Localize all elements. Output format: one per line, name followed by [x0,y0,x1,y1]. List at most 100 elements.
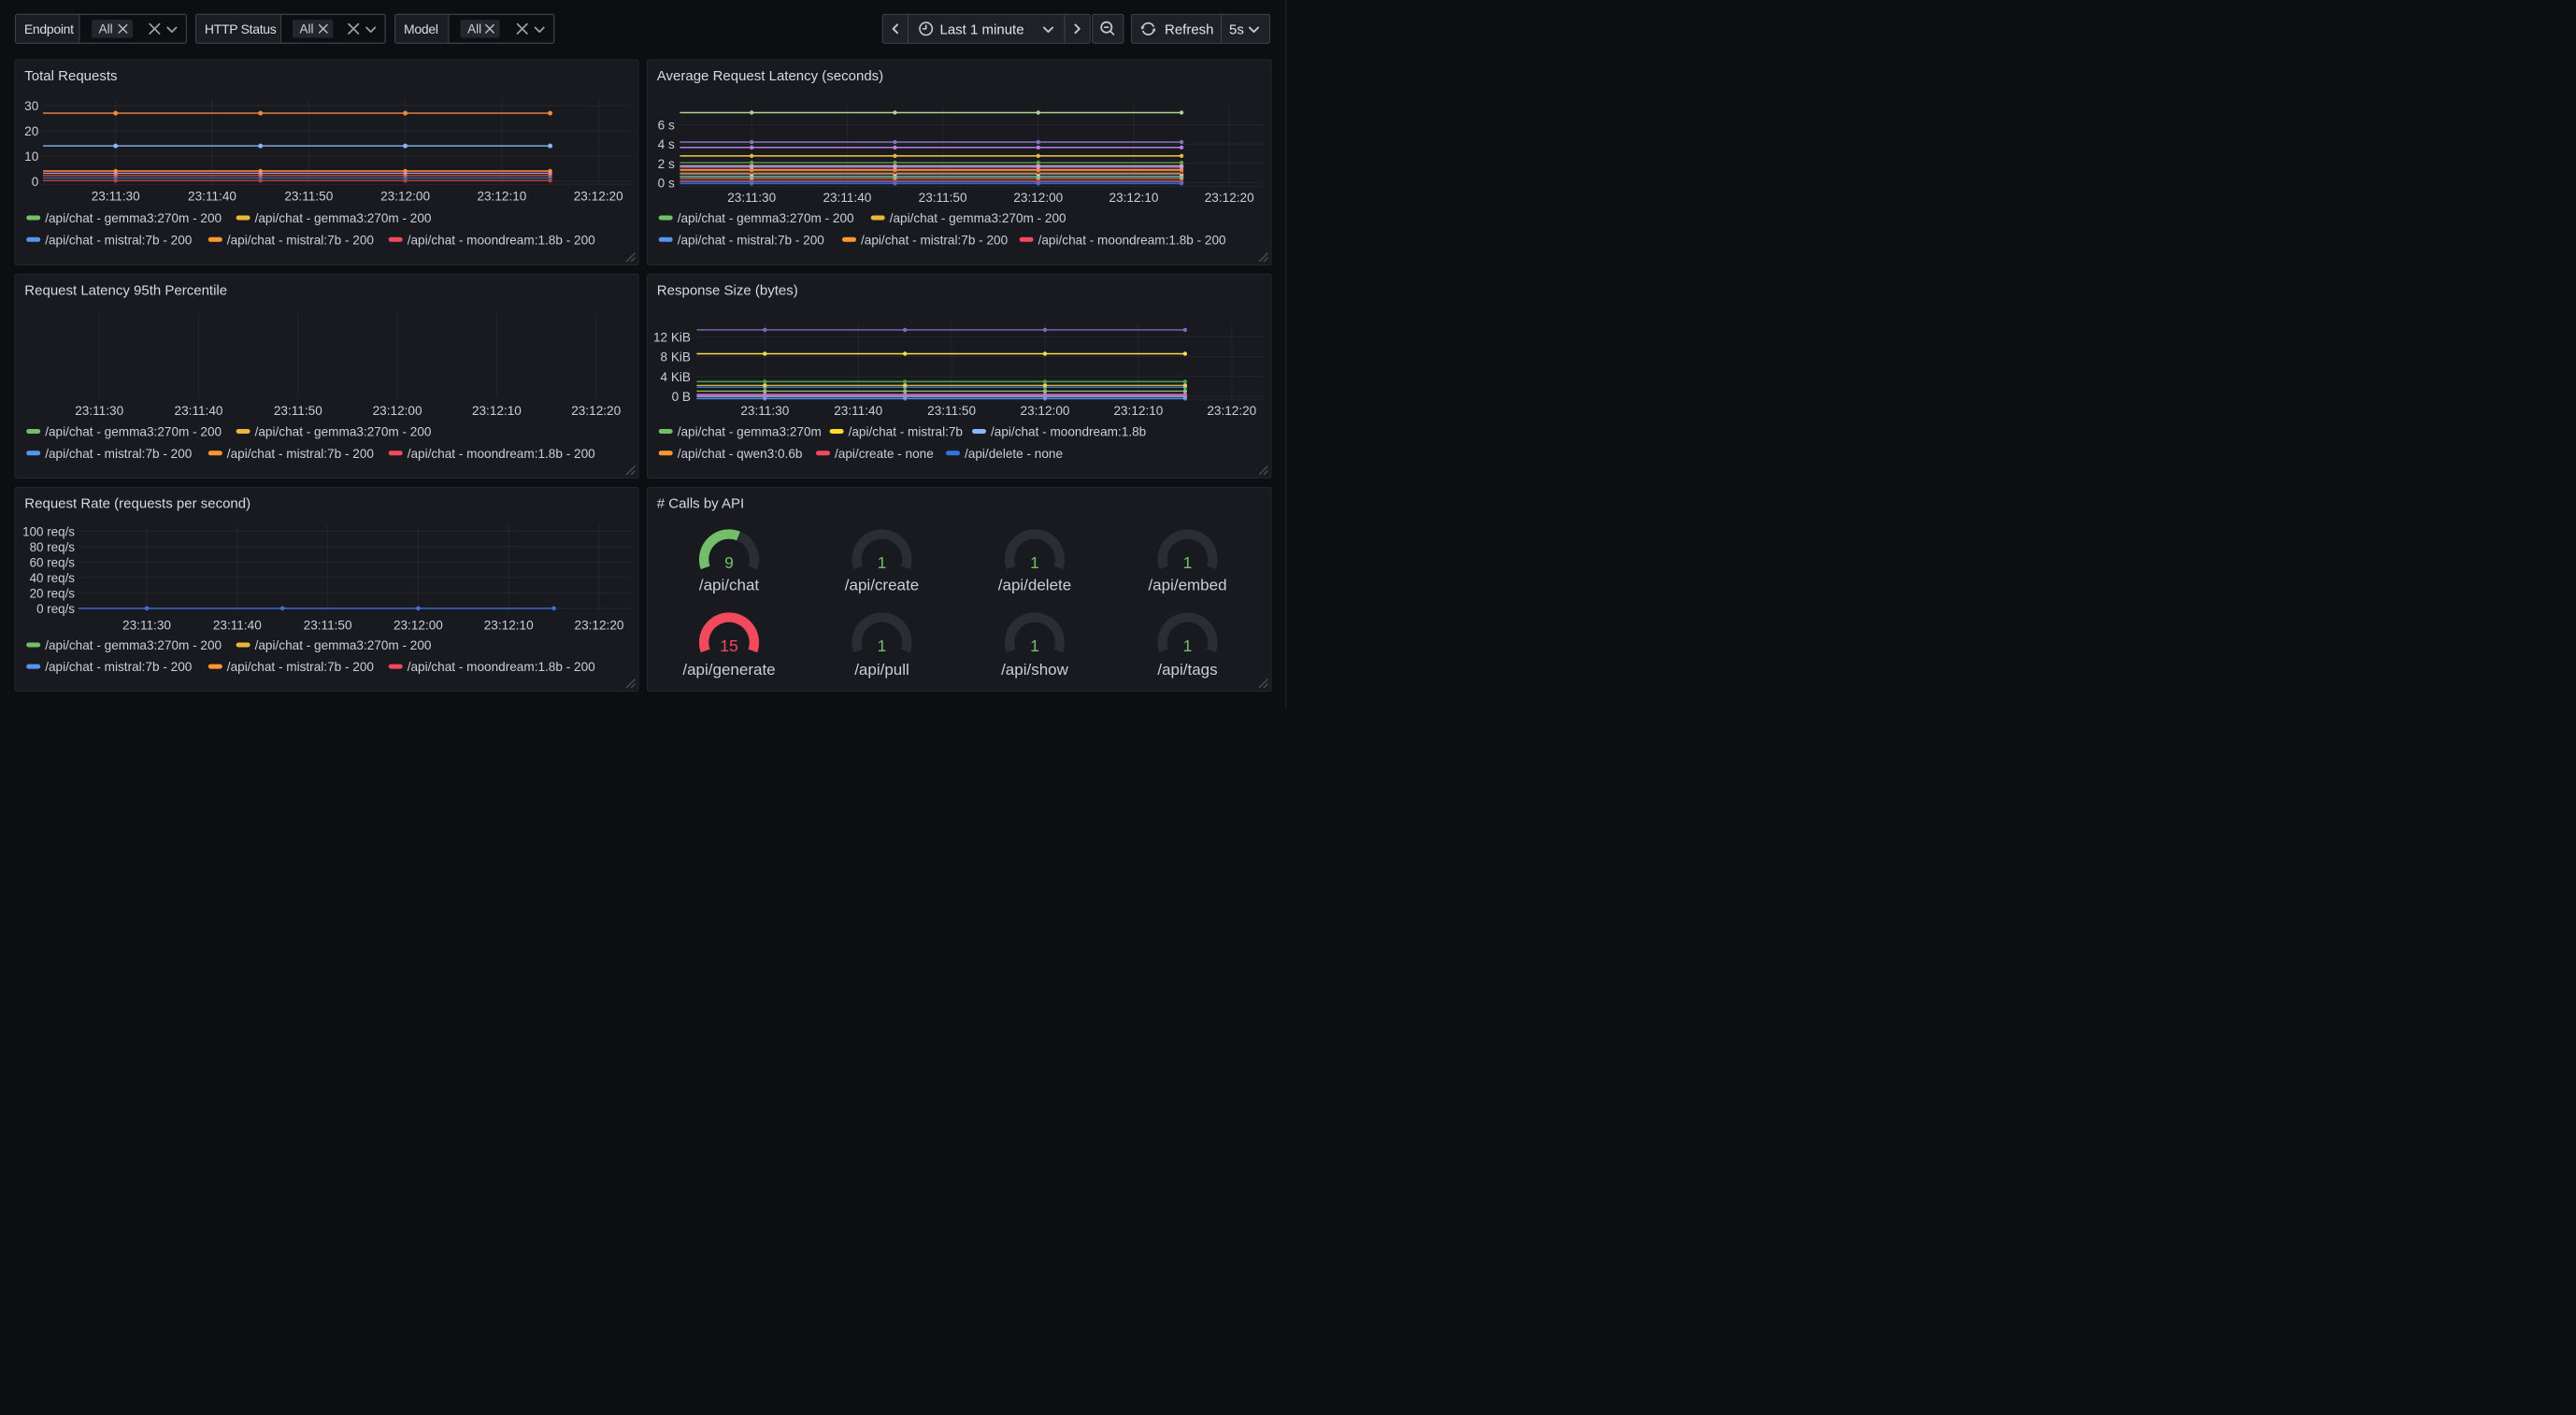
svg-text:23:11:50: 23:11:50 [304,618,352,632]
svg-text:1: 1 [1183,636,1193,655]
svg-text:23:11:30: 23:11:30 [122,618,171,632]
svg-text:/api/embed: /api/embed [1148,576,1226,593]
svg-text:/api/chat - mistral:7b - 200: /api/chat - mistral:7b - 200 [227,447,375,461]
svg-text:23:11:40: 23:11:40 [188,189,236,203]
svg-text:4 KiB: 4 KiB [661,370,692,384]
svg-text:/api/chat - moondream:1.8b - 2: /api/chat - moondream:1.8b - 200 [408,447,595,461]
svg-text:100 req/s: 100 req/s [22,524,75,538]
svg-text:/api/chat - mistral:7b: /api/chat - mistral:7b [849,425,963,439]
svg-text:Model: Model [404,21,438,36]
svg-text:/api/tags: /api/tags [1157,661,1217,679]
svg-text:60 req/s: 60 req/s [30,555,76,569]
svg-text:/api/chat - moondream:1.8b - 2: /api/chat - moondream:1.8b - 200 [408,233,595,247]
svg-text:# Calls by API: # Calls by API [657,496,744,512]
svg-text:23:11:30: 23:11:30 [740,404,789,418]
svg-text:80 req/s: 80 req/s [30,540,76,554]
svg-text:/api/chat - gemma3:270m - 200: /api/chat - gemma3:270m - 200 [890,211,1066,225]
svg-text:/api/create: /api/create [845,576,919,593]
svg-text:0 B: 0 B [672,390,691,404]
svg-text:23:12:10: 23:12:10 [477,189,526,203]
svg-text:23:11:40: 23:11:40 [175,404,223,418]
svg-text:/api/delete: /api/delete [998,576,1071,593]
svg-text:/api/chat - mistral:7b - 200: /api/chat - mistral:7b - 200 [45,447,193,461]
svg-text:/api/chat - mistral:7b - 200: /api/chat - mistral:7b - 200 [227,660,375,674]
svg-text:23:11:30: 23:11:30 [92,189,140,203]
svg-text:/api/chat - gemma3:270m - 200: /api/chat - gemma3:270m - 200 [255,638,432,652]
svg-text:23:12:20: 23:12:20 [575,618,624,632]
svg-text:Last 1 minute: Last 1 minute [940,21,1024,37]
svg-text:1: 1 [878,553,887,572]
svg-text:6 s: 6 s [658,119,675,133]
svg-text:40 req/s: 40 req/s [30,571,76,585]
svg-text:/api/chat - gemma3:270m - 200: /api/chat - gemma3:270m - 200 [45,425,222,439]
svg-text:23:12:00: 23:12:00 [373,404,422,418]
svg-text:23:11:40: 23:11:40 [834,404,882,418]
svg-text:/api/chat - moondream:1.8b - 2: /api/chat - moondream:1.8b - 200 [1038,233,1226,247]
svg-text:/api/chat - gemma3:270m - 200: /api/chat - gemma3:270m - 200 [45,638,222,652]
svg-text:23:12:20: 23:12:20 [571,404,621,418]
svg-text:2 s: 2 s [658,157,675,171]
svg-text:23:11:50: 23:11:50 [274,404,322,418]
svg-text:/api/chat - mistral:7b - 200: /api/chat - mistral:7b - 200 [45,660,193,674]
svg-text:All: All [99,22,113,36]
svg-text:/api/create - none: /api/create - none [835,447,934,461]
svg-text:23:12:00: 23:12:00 [1013,191,1063,205]
svg-text:/api/chat - gemma3:270m - 200: /api/chat - gemma3:270m - 200 [678,211,854,225]
svg-text:23:12:20: 23:12:20 [1207,404,1256,418]
svg-text:20 req/s: 20 req/s [30,586,76,600]
svg-text:1: 1 [1030,553,1039,572]
svg-text:20: 20 [24,124,39,138]
svg-text:23:12:10: 23:12:10 [1113,404,1163,418]
svg-text:/api/chat - gemma3:270m - 200: /api/chat - gemma3:270m - 200 [255,425,432,439]
svg-text:12 KiB: 12 KiB [653,330,691,344]
svg-text:/api/generate: /api/generate [682,661,775,679]
svg-text:0 req/s: 0 req/s [36,602,75,616]
svg-text:Total Requests: Total Requests [24,68,117,84]
svg-text:/api/chat: /api/chat [699,576,760,593]
svg-text:4 s: 4 s [658,137,675,151]
svg-text:23:12:10: 23:12:10 [472,404,522,418]
svg-text:23:12:10: 23:12:10 [484,618,534,632]
svg-text:1: 1 [1030,636,1039,655]
svg-text:Refresh: Refresh [1165,21,1214,37]
svg-text:Request Rate (requests per sec: Request Rate (requests per second) [24,496,250,512]
svg-text:/api/chat - gemma3:270m: /api/chat - gemma3:270m [678,425,822,439]
svg-text:/api/chat - moondream:1.8b: /api/chat - moondream:1.8b [991,425,1146,439]
svg-text:/api/chat - gemma3:270m - 200: /api/chat - gemma3:270m - 200 [45,211,222,225]
svg-text:23:12:20: 23:12:20 [574,189,623,203]
svg-text:8 KiB: 8 KiB [661,350,692,364]
svg-text:23:12:00: 23:12:00 [394,618,443,632]
svg-text:Response Size (bytes): Response Size (bytes) [657,283,798,299]
svg-text:1: 1 [1183,553,1193,572]
svg-text:23:11:50: 23:11:50 [919,191,967,205]
svg-text:/api/pull: /api/pull [854,661,909,679]
svg-text:1: 1 [878,636,887,655]
svg-text:0 s: 0 s [658,176,675,190]
svg-text:23:11:40: 23:11:40 [823,191,871,205]
svg-text:30: 30 [24,99,39,113]
svg-text:23:11:50: 23:11:50 [284,189,333,203]
svg-text:23:12:00: 23:12:00 [1021,404,1070,418]
svg-text:All: All [300,22,314,36]
svg-text:9: 9 [724,553,734,572]
svg-text:23:11:40: 23:11:40 [213,618,262,632]
svg-text:Endpoint: Endpoint [24,21,74,36]
svg-text:5s: 5s [1229,21,1244,37]
svg-text:/api/chat - mistral:7b - 200: /api/chat - mistral:7b - 200 [861,233,1009,247]
svg-text:10: 10 [24,150,39,164]
svg-text:23:11:30: 23:11:30 [75,404,123,418]
svg-text:/api/chat - mistral:7b - 200: /api/chat - mistral:7b - 200 [678,233,825,247]
svg-text:15: 15 [720,636,737,655]
svg-text:23:12:10: 23:12:10 [1109,191,1159,205]
svg-text:23:11:30: 23:11:30 [727,191,776,205]
svg-text:/api/chat - qwen3:0.6b: /api/chat - qwen3:0.6b [678,447,803,461]
svg-text:/api/chat - gemma3:270m - 200: /api/chat - gemma3:270m - 200 [255,211,432,225]
svg-text:23:12:20: 23:12:20 [1205,191,1254,205]
svg-text:All: All [467,22,481,36]
svg-text:/api/chat - mistral:7b - 200: /api/chat - mistral:7b - 200 [45,233,193,247]
svg-text:HTTP Status: HTTP Status [205,21,277,36]
svg-text:23:11:50: 23:11:50 [927,404,976,418]
svg-text:Request Latency 95th Percentil: Request Latency 95th Percentile [24,283,227,299]
svg-text:/api/show: /api/show [1001,661,1069,679]
svg-text:/api/chat - mistral:7b - 200: /api/chat - mistral:7b - 200 [227,233,375,247]
